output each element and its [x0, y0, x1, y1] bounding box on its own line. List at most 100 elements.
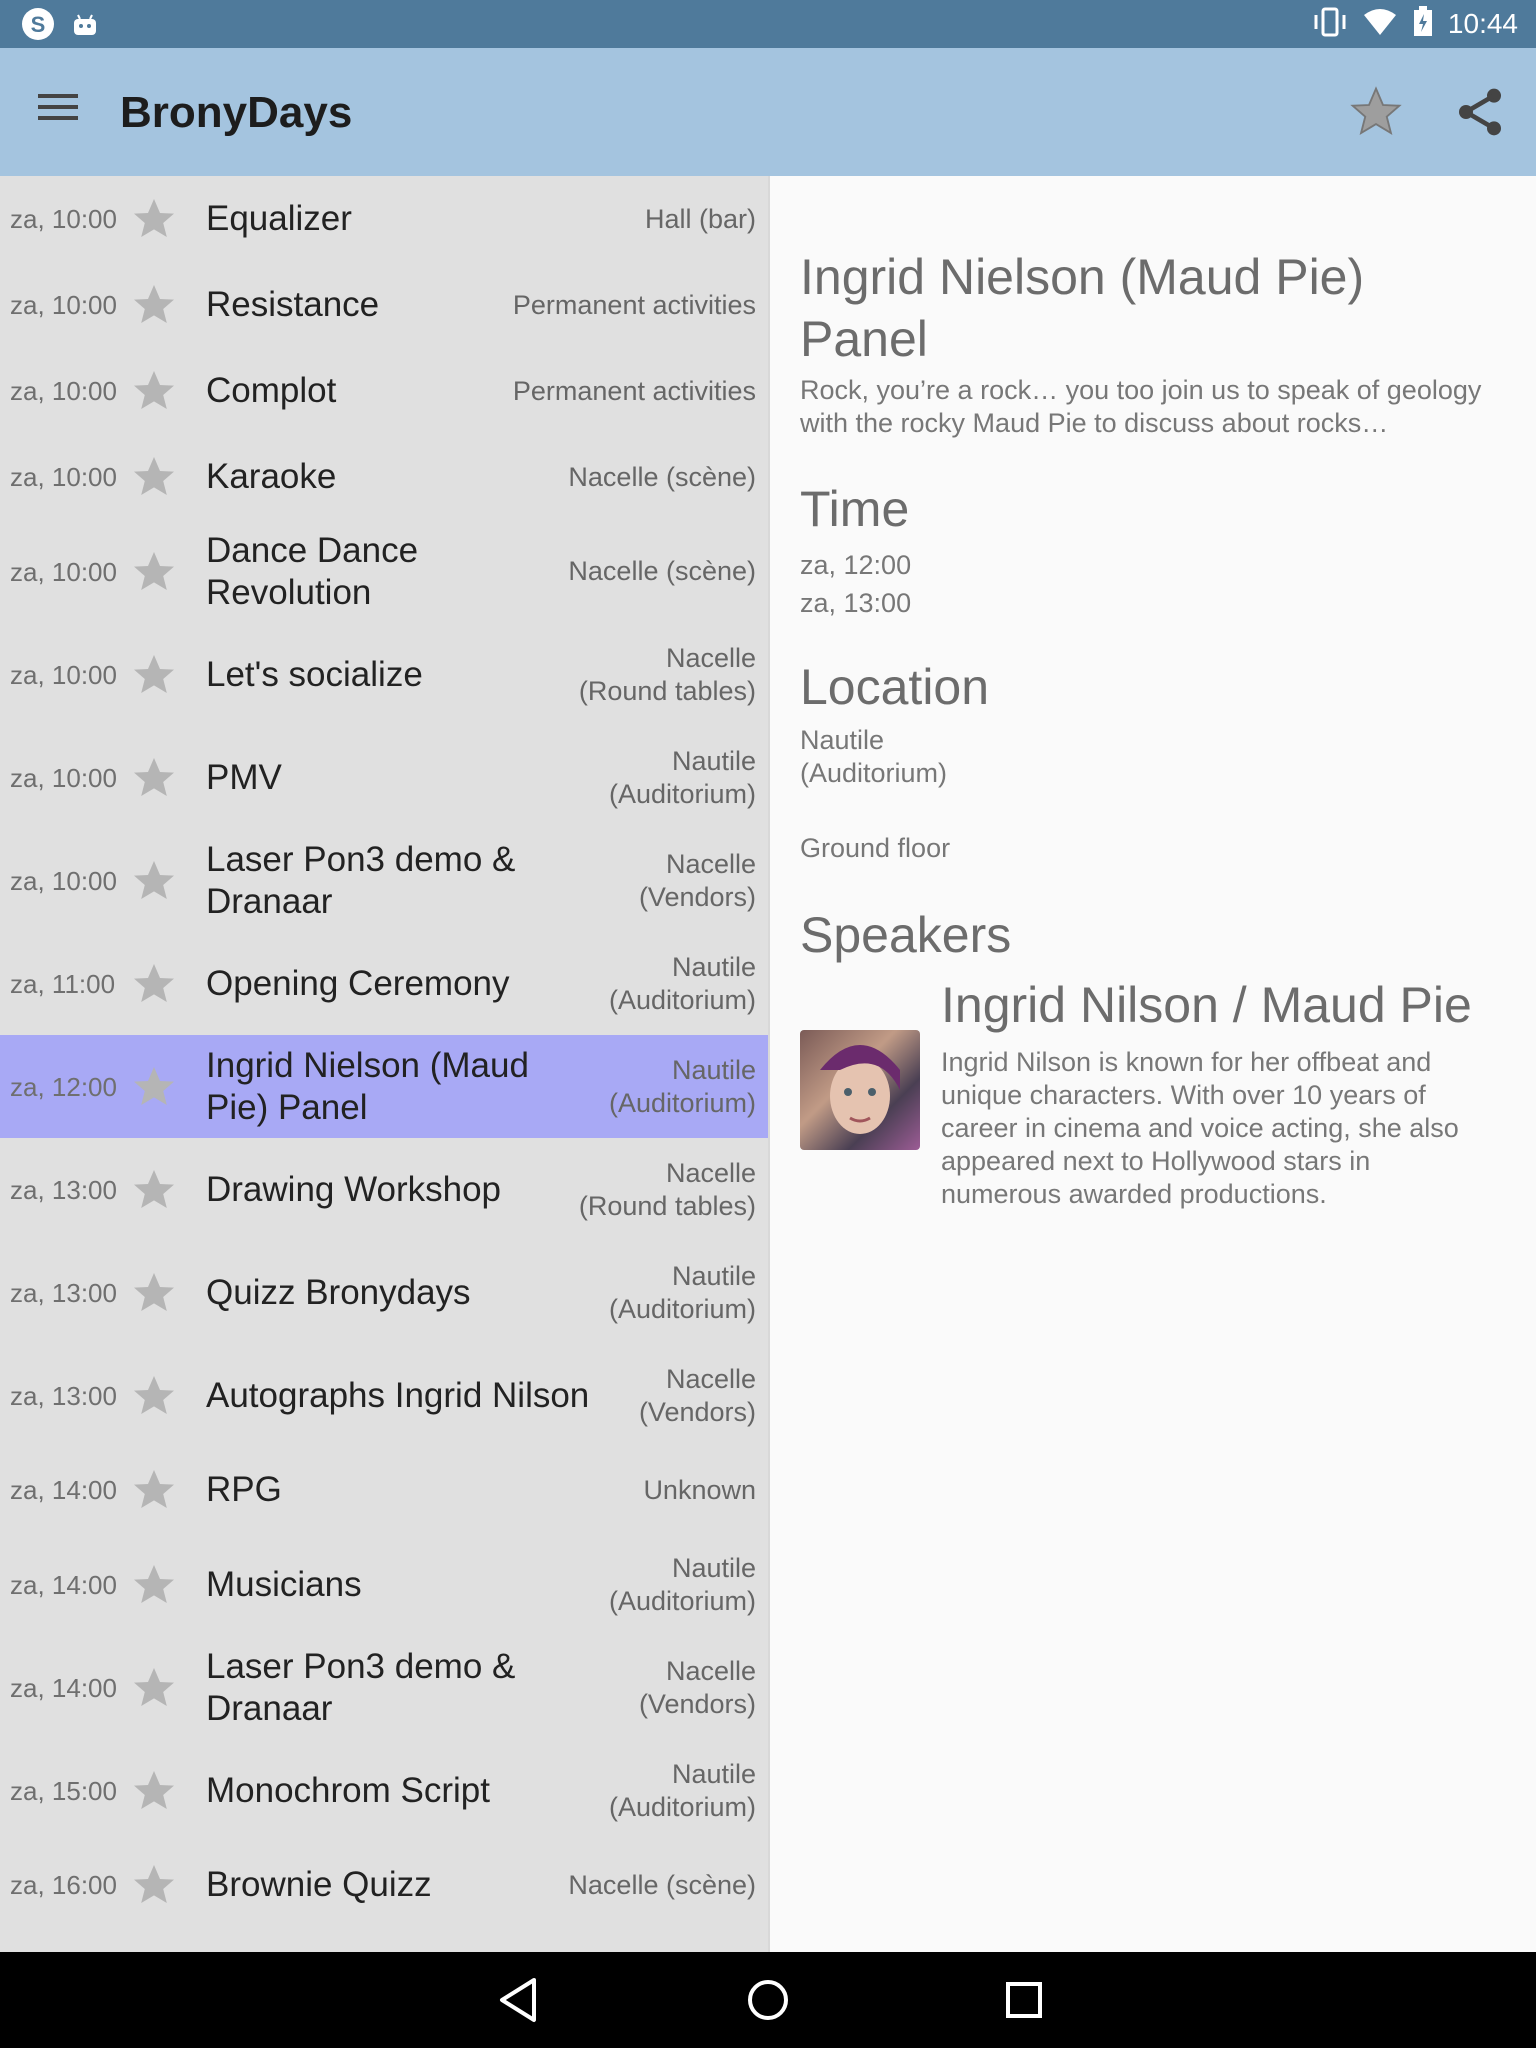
favorite-star-icon[interactable] — [130, 1561, 178, 1614]
event-list[interactable]: za, 10:00 Equalizer Hall (bar) za, 10:00 Res… — [0, 176, 768, 1952]
event-location: Nacelle (scène) — [568, 461, 756, 492]
event-location: Nautile (Auditorium) — [608, 745, 756, 809]
location-name: Nautile — [800, 725, 885, 755]
event-row[interactable]: za, 10:00 Dance Dance Revolution Nacelle (… — [0, 520, 768, 623]
navigation-bar — [0, 1952, 1536, 2048]
event-location: Nautile (Auditorium) — [608, 1260, 756, 1324]
event-name: Quizz Bronydays — [206, 1272, 471, 1312]
event-row[interactable]: za, 10:00 Equalizer Hall (bar) — [0, 176, 768, 262]
event-row[interactable]: za, 16:00 Brownie Quizz Nacelle (scène) — [0, 1842, 768, 1928]
event-location: Nacelle (Vendors) — [638, 1363, 756, 1427]
event-time: za, 10:00 — [10, 204, 117, 234]
event-location: Nacelle (Round tables) — [578, 1157, 756, 1221]
event-row[interactable]: za, 10:00 Laser Pon3 demo & Dranaar Nacell… — [0, 829, 768, 932]
event-location: Nautile (Auditorium) — [608, 1758, 756, 1822]
favorite-star-icon[interactable] — [130, 960, 178, 1013]
event-time: za, 13:00 — [10, 1380, 117, 1411]
event-name: Drawing Workshop — [206, 1169, 502, 1209]
event-time: za, 10:00 — [10, 762, 117, 793]
favorite-star-icon[interactable] — [130, 453, 178, 506]
event-row[interactable]: za, 13:00 Quizz Bronydays Nautile (Auditor… — [0, 1241, 768, 1344]
event-time: za, 10:00 — [10, 290, 117, 320]
back-icon[interactable] — [494, 1974, 542, 2031]
event-location: Nautile (Auditorium) — [608, 951, 756, 1015]
favorite-star-icon[interactable] — [130, 1063, 178, 1116]
event-row[interactable]: za, 15:00 Monochrom Script Nautile (Audito… — [0, 1739, 768, 1842]
event-time: za, 10:00 — [10, 659, 117, 690]
menu-icon[interactable] — [38, 92, 78, 127]
event-time: za, 14:00 — [10, 1475, 117, 1505]
event-row[interactable]: za, 14:00 RPG Unknown — [0, 1447, 768, 1533]
event-location: Nacelle (Round tables) — [578, 642, 756, 706]
event-row[interactable]: za, 11:00 Opening Ceremony Nautile (Audito… — [0, 932, 768, 1035]
event-location: Hall (bar) — [644, 203, 756, 234]
recents-icon[interactable] — [1000, 1974, 1048, 2031]
speaker-avatar — [800, 1030, 920, 1150]
speaker-name[interactable]: Ingrid Nilson / Maud Pie — [941, 976, 1472, 1034]
event-name: Laser Pon3 demo & Dranaar — [206, 839, 516, 921]
favorite-star-icon[interactable] — [130, 367, 178, 420]
favorite-star-icon[interactable] — [130, 1372, 178, 1425]
detail-title: Ingrid Nielson (Maud Pie) Panel — [800, 249, 1365, 367]
status-bar: S 10:44 — [0, 0, 1536, 48]
event-time: za, 13:00 — [10, 1277, 117, 1308]
speakers-heading: Speakers — [800, 907, 1012, 963]
clock: 10:44 — [1447, 8, 1518, 39]
event-time: za, 13:00 — [10, 1174, 117, 1205]
time-end: za, 13:00 — [800, 588, 912, 618]
event-name: Let's socialize — [206, 654, 423, 694]
favorite-star-icon[interactable] — [130, 1861, 178, 1914]
event-row[interactable]: za, 10:00 Karaoke Nacelle (scène) — [0, 434, 768, 520]
event-location: Unknown — [643, 1474, 756, 1505]
home-icon[interactable] — [744, 1974, 792, 2031]
favorite-star-icon[interactable] — [130, 1466, 178, 1519]
favorite-star-icon[interactable] — [130, 195, 178, 248]
event-row[interactable]: za, 12:00 Ingrid Nielson (Maud Pie) Panel… — [0, 1035, 768, 1138]
event-row[interactable]: za, 10:00 PMV Nautile (Auditorium) — [0, 726, 768, 829]
event-location: Nacelle (Vendors) — [638, 1655, 756, 1719]
event-name: Opening Ceremony — [206, 963, 510, 1003]
event-time: za, 10:00 — [10, 556, 117, 587]
favorite-star-icon[interactable] — [130, 1269, 178, 1322]
event-location: Nautile (Auditorium) — [608, 1552, 756, 1616]
location-heading: Location — [800, 659, 990, 715]
event-time: za, 11:00 — [10, 968, 116, 999]
favorite-star-icon[interactable] — [130, 754, 178, 807]
favorite-star-icon[interactable] — [130, 1166, 178, 1219]
event-name: Laser Pon3 demo & Dranaar — [206, 1646, 516, 1728]
event-row[interactable]: za, 13:00 Drawing Workshop Nacelle (Round … — [0, 1138, 768, 1241]
event-row[interactable]: za, 14:00 Musicians Nautile (Auditorium) — [0, 1533, 768, 1636]
event-name: Equalizer — [206, 199, 352, 238]
speaker-bio: Ingrid Nilson is known for her offbeat a… — [941, 1047, 1459, 1209]
event-name: Complot — [206, 371, 337, 410]
event-location: Permanent activities — [512, 375, 756, 406]
event-name: Autographs Ingrid Nilson — [206, 1375, 590, 1415]
favorite-star-icon[interactable] — [130, 651, 178, 704]
pane-divider — [768, 176, 770, 1952]
favorite-star-icon[interactable] — [130, 857, 178, 910]
event-row[interactable]: za, 13:00 Autographs Ingrid Nilson Nacelle… — [0, 1344, 768, 1447]
favorite-star-icon[interactable] — [130, 281, 178, 334]
event-location: Permanent activities — [512, 289, 756, 320]
favorite-star-icon[interactable] — [130, 1767, 178, 1820]
event-location: Nacelle (scène) — [568, 556, 756, 586]
star-icon[interactable] — [1348, 84, 1404, 145]
event-row[interactable]: za, 16:00Oh Pony BoyNautile (Auditorium) — [0, 1928, 768, 1953]
event-location: Nautile (Auditorium) — [608, 1054, 756, 1118]
event-row[interactable]: za, 10:00 Complot Permanent activities — [0, 348, 768, 434]
event-time: za, 10:00 — [10, 865, 117, 896]
event-row[interactable]: za, 10:00 Let's socialize Nacelle (Round t… — [0, 623, 768, 726]
favorite-star-icon[interactable] — [130, 1664, 178, 1717]
event-name: Resistance — [206, 285, 380, 324]
event-time: za, 14:00 — [10, 1672, 117, 1703]
location-floor: Ground floor — [800, 833, 951, 863]
time-start: za, 12:00 — [800, 550, 912, 580]
event-time: za, 10:00 — [10, 376, 117, 406]
time-heading: Time — [800, 481, 910, 537]
event-name: Karaoke — [206, 457, 337, 496]
event-row[interactable]: za, 14:00 Laser Pon3 demo & Dranaar Nacell… — [0, 1636, 768, 1739]
favorite-star-icon[interactable] — [130, 548, 178, 601]
share-icon[interactable] — [1452, 84, 1508, 145]
event-row[interactable]: za, 10:00 Resistance Permanent activities — [0, 262, 768, 348]
event-name: PMV — [206, 757, 282, 797]
